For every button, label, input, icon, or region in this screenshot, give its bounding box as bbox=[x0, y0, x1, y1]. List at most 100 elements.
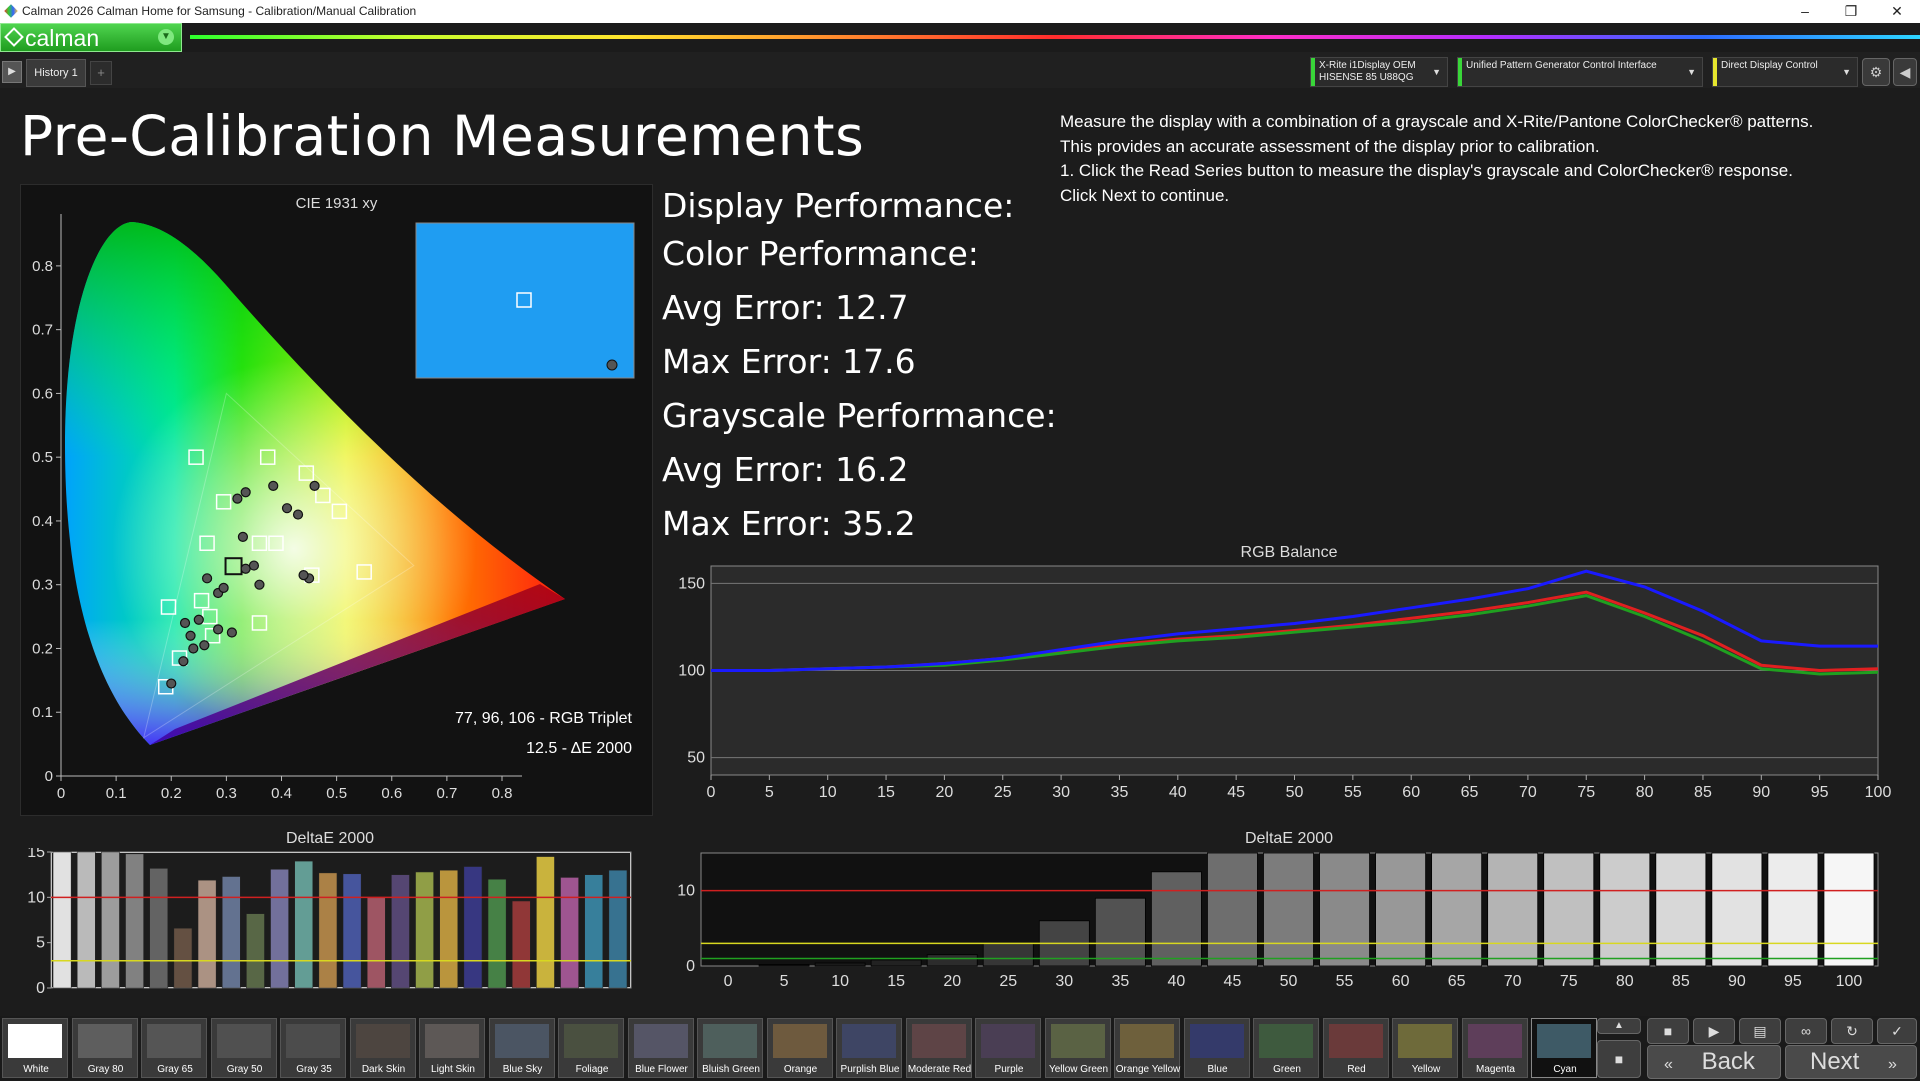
stop-icon[interactable]: ■ bbox=[1597, 1040, 1641, 1078]
swatch-gray-80[interactable]: Gray 80 bbox=[71, 1018, 138, 1078]
swatch-chip bbox=[147, 1024, 201, 1058]
bar bbox=[391, 874, 410, 989]
tab-history-1[interactable]: History 1 bbox=[26, 59, 86, 87]
y-tick-label: 0.6 bbox=[32, 385, 53, 402]
display-control-selector[interactable]: Direct Display Control ▼ bbox=[1712, 57, 1858, 87]
swatch-white[interactable]: White bbox=[2, 1018, 68, 1078]
x-tick-label: 0.7 bbox=[436, 785, 457, 802]
x-tick-label: 0 bbox=[57, 785, 65, 802]
x-tick-label: 55 bbox=[1344, 784, 1362, 801]
bar bbox=[870, 959, 922, 967]
refresh-icon[interactable]: ↻ bbox=[1831, 1018, 1873, 1044]
pattern-generator-selector[interactable]: Unified Pattern Generator Control Interf… bbox=[1457, 57, 1703, 87]
bar bbox=[1431, 852, 1483, 967]
swatch-chip bbox=[355, 1024, 410, 1058]
up-arrow-icon[interactable]: ▲ bbox=[1597, 1018, 1641, 1034]
x-tick-label: 30 bbox=[1052, 784, 1070, 801]
swatch-label: Blue Flower bbox=[635, 1064, 688, 1075]
check-icon[interactable]: ✓ bbox=[1877, 1018, 1917, 1044]
swatch-orange[interactable]: Orange bbox=[766, 1018, 833, 1078]
swatch-bluish-green[interactable]: Bluish Green bbox=[697, 1018, 763, 1078]
maximize-button[interactable]: ❐ bbox=[1828, 1, 1874, 23]
bar bbox=[487, 878, 507, 989]
swatch-orange-yellow[interactable]: Orange Yellow bbox=[1114, 1018, 1180, 1078]
swatch-purplish-blue[interactable]: Purplish Blue bbox=[836, 1018, 902, 1078]
measured-point bbox=[178, 656, 189, 667]
y-tick-label: 0.1 bbox=[32, 704, 53, 721]
x-tick-label: 50 bbox=[1280, 973, 1298, 990]
close-button[interactable]: ✕ bbox=[1874, 1, 1920, 23]
x-tick-label: 5 bbox=[765, 784, 774, 801]
swatch-chip bbox=[981, 1024, 1035, 1058]
swatch-label: White bbox=[23, 1064, 49, 1075]
read-series-icon[interactable]: ▤ bbox=[1739, 1018, 1781, 1044]
x-tick-label: 55 bbox=[1336, 973, 1354, 990]
back-button[interactable]: « Back bbox=[1647, 1045, 1781, 1079]
x-tick-label: 75 bbox=[1577, 784, 1595, 801]
swatch-dark-skin[interactable]: Dark Skin bbox=[349, 1018, 416, 1078]
play-icon[interactable]: ▶ bbox=[1693, 1018, 1735, 1044]
swatch-yellow[interactable]: Yellow bbox=[1392, 1018, 1458, 1078]
next-button[interactable]: Next » bbox=[1785, 1045, 1917, 1079]
swatch-red[interactable]: Red bbox=[1322, 1018, 1389, 1078]
calman-menu-button[interactable]: calman ▼ bbox=[0, 23, 182, 52]
measured-point bbox=[309, 480, 320, 491]
swatch-blue-sky[interactable]: Blue Sky bbox=[488, 1018, 555, 1078]
meter-device-selector[interactable]: X-Rite i1Display OEM HISENSE 85 U88QG ▼ bbox=[1310, 57, 1448, 87]
swatch-chip bbox=[1398, 1024, 1452, 1058]
swatch-yellow-green[interactable]: Yellow Green bbox=[1044, 1018, 1111, 1078]
swatch-moderate-red[interactable]: Moderate Red bbox=[905, 1018, 972, 1078]
y-tick-label: 0 bbox=[36, 980, 45, 997]
bar bbox=[511, 900, 531, 989]
x-tick-label: 30 bbox=[1055, 973, 1073, 990]
x-tick-label: 95 bbox=[1811, 784, 1829, 801]
device-line1: Unified Pattern Generator Control Interf… bbox=[1466, 60, 1657, 71]
add-tab-button[interactable]: + bbox=[90, 61, 112, 85]
expand-arrow-icon[interactable]: ▶ bbox=[2, 61, 22, 83]
bar bbox=[1767, 852, 1819, 967]
swatch-label: Gray 80 bbox=[87, 1064, 124, 1075]
deltae-grayscale-chart: 0100 5 10 15 20 25 30 35 40 45 50 55 60 65 70 75 80 85 90 9… bbox=[677, 852, 1879, 990]
swatch-blue-flower[interactable]: Blue Flower bbox=[627, 1018, 694, 1078]
x-tick-label: 45 bbox=[1224, 973, 1242, 990]
measured-point bbox=[281, 503, 293, 514]
swatch-chip bbox=[1537, 1024, 1591, 1058]
bar bbox=[221, 876, 241, 989]
bar bbox=[814, 962, 866, 967]
swatch-purple[interactable]: Purple bbox=[975, 1018, 1041, 1078]
swatch-gray-65[interactable]: Gray 65 bbox=[141, 1018, 207, 1078]
bar bbox=[1711, 852, 1763, 967]
swatch-gray-35[interactable]: Gray 35 bbox=[280, 1018, 346, 1078]
swatch-magenta[interactable]: Magenta bbox=[1461, 1018, 1528, 1078]
y-tick-label: 15 bbox=[27, 848, 45, 861]
swatch-green[interactable]: Green bbox=[1253, 1018, 1319, 1078]
x-tick-label: 0.2 bbox=[161, 785, 182, 802]
measured-point bbox=[201, 573, 213, 584]
y-tick-label: 0.5 bbox=[32, 449, 53, 466]
minimize-button[interactable]: – bbox=[1782, 1, 1828, 23]
collapse-arrow-icon[interactable]: ◀ bbox=[1893, 58, 1917, 86]
status-bar bbox=[1713, 58, 1717, 86]
swatch-chip bbox=[77, 1024, 132, 1058]
x-tick-label: 10 bbox=[831, 973, 849, 990]
gear-icon[interactable]: ⚙ bbox=[1862, 58, 1890, 86]
x-tick-label: 0.6 bbox=[381, 785, 402, 802]
stop-small-icon[interactable]: ■ bbox=[1647, 1018, 1689, 1044]
swatch-light-skin[interactable]: Light Skin bbox=[419, 1018, 485, 1078]
x-tick-label: 40 bbox=[1168, 973, 1186, 990]
measured-point bbox=[213, 624, 224, 635]
y-tick-label: 0.3 bbox=[32, 577, 53, 594]
measured-point bbox=[193, 614, 204, 625]
instruction-line: This provides an accurate assessment of … bbox=[1060, 136, 1600, 156]
deltae-grayscale-title: DeltaE 2000 bbox=[1244, 830, 1334, 847]
status-bar bbox=[1311, 58, 1315, 86]
swatch-gray-50[interactable]: Gray 50 bbox=[210, 1018, 277, 1078]
swatch-foliage[interactable]: Foliage bbox=[558, 1018, 624, 1078]
status-bar bbox=[1458, 58, 1462, 86]
swatch-label: Bluish Green bbox=[702, 1064, 760, 1075]
swatch-blue[interactable]: Blue bbox=[1183, 1018, 1250, 1078]
measured-point bbox=[218, 582, 229, 593]
swatch-cyan[interactable]: Cyan bbox=[1531, 1018, 1597, 1078]
continuous-icon[interactable]: ∞ bbox=[1785, 1018, 1827, 1044]
x-tick-label: 45 bbox=[1227, 784, 1245, 801]
